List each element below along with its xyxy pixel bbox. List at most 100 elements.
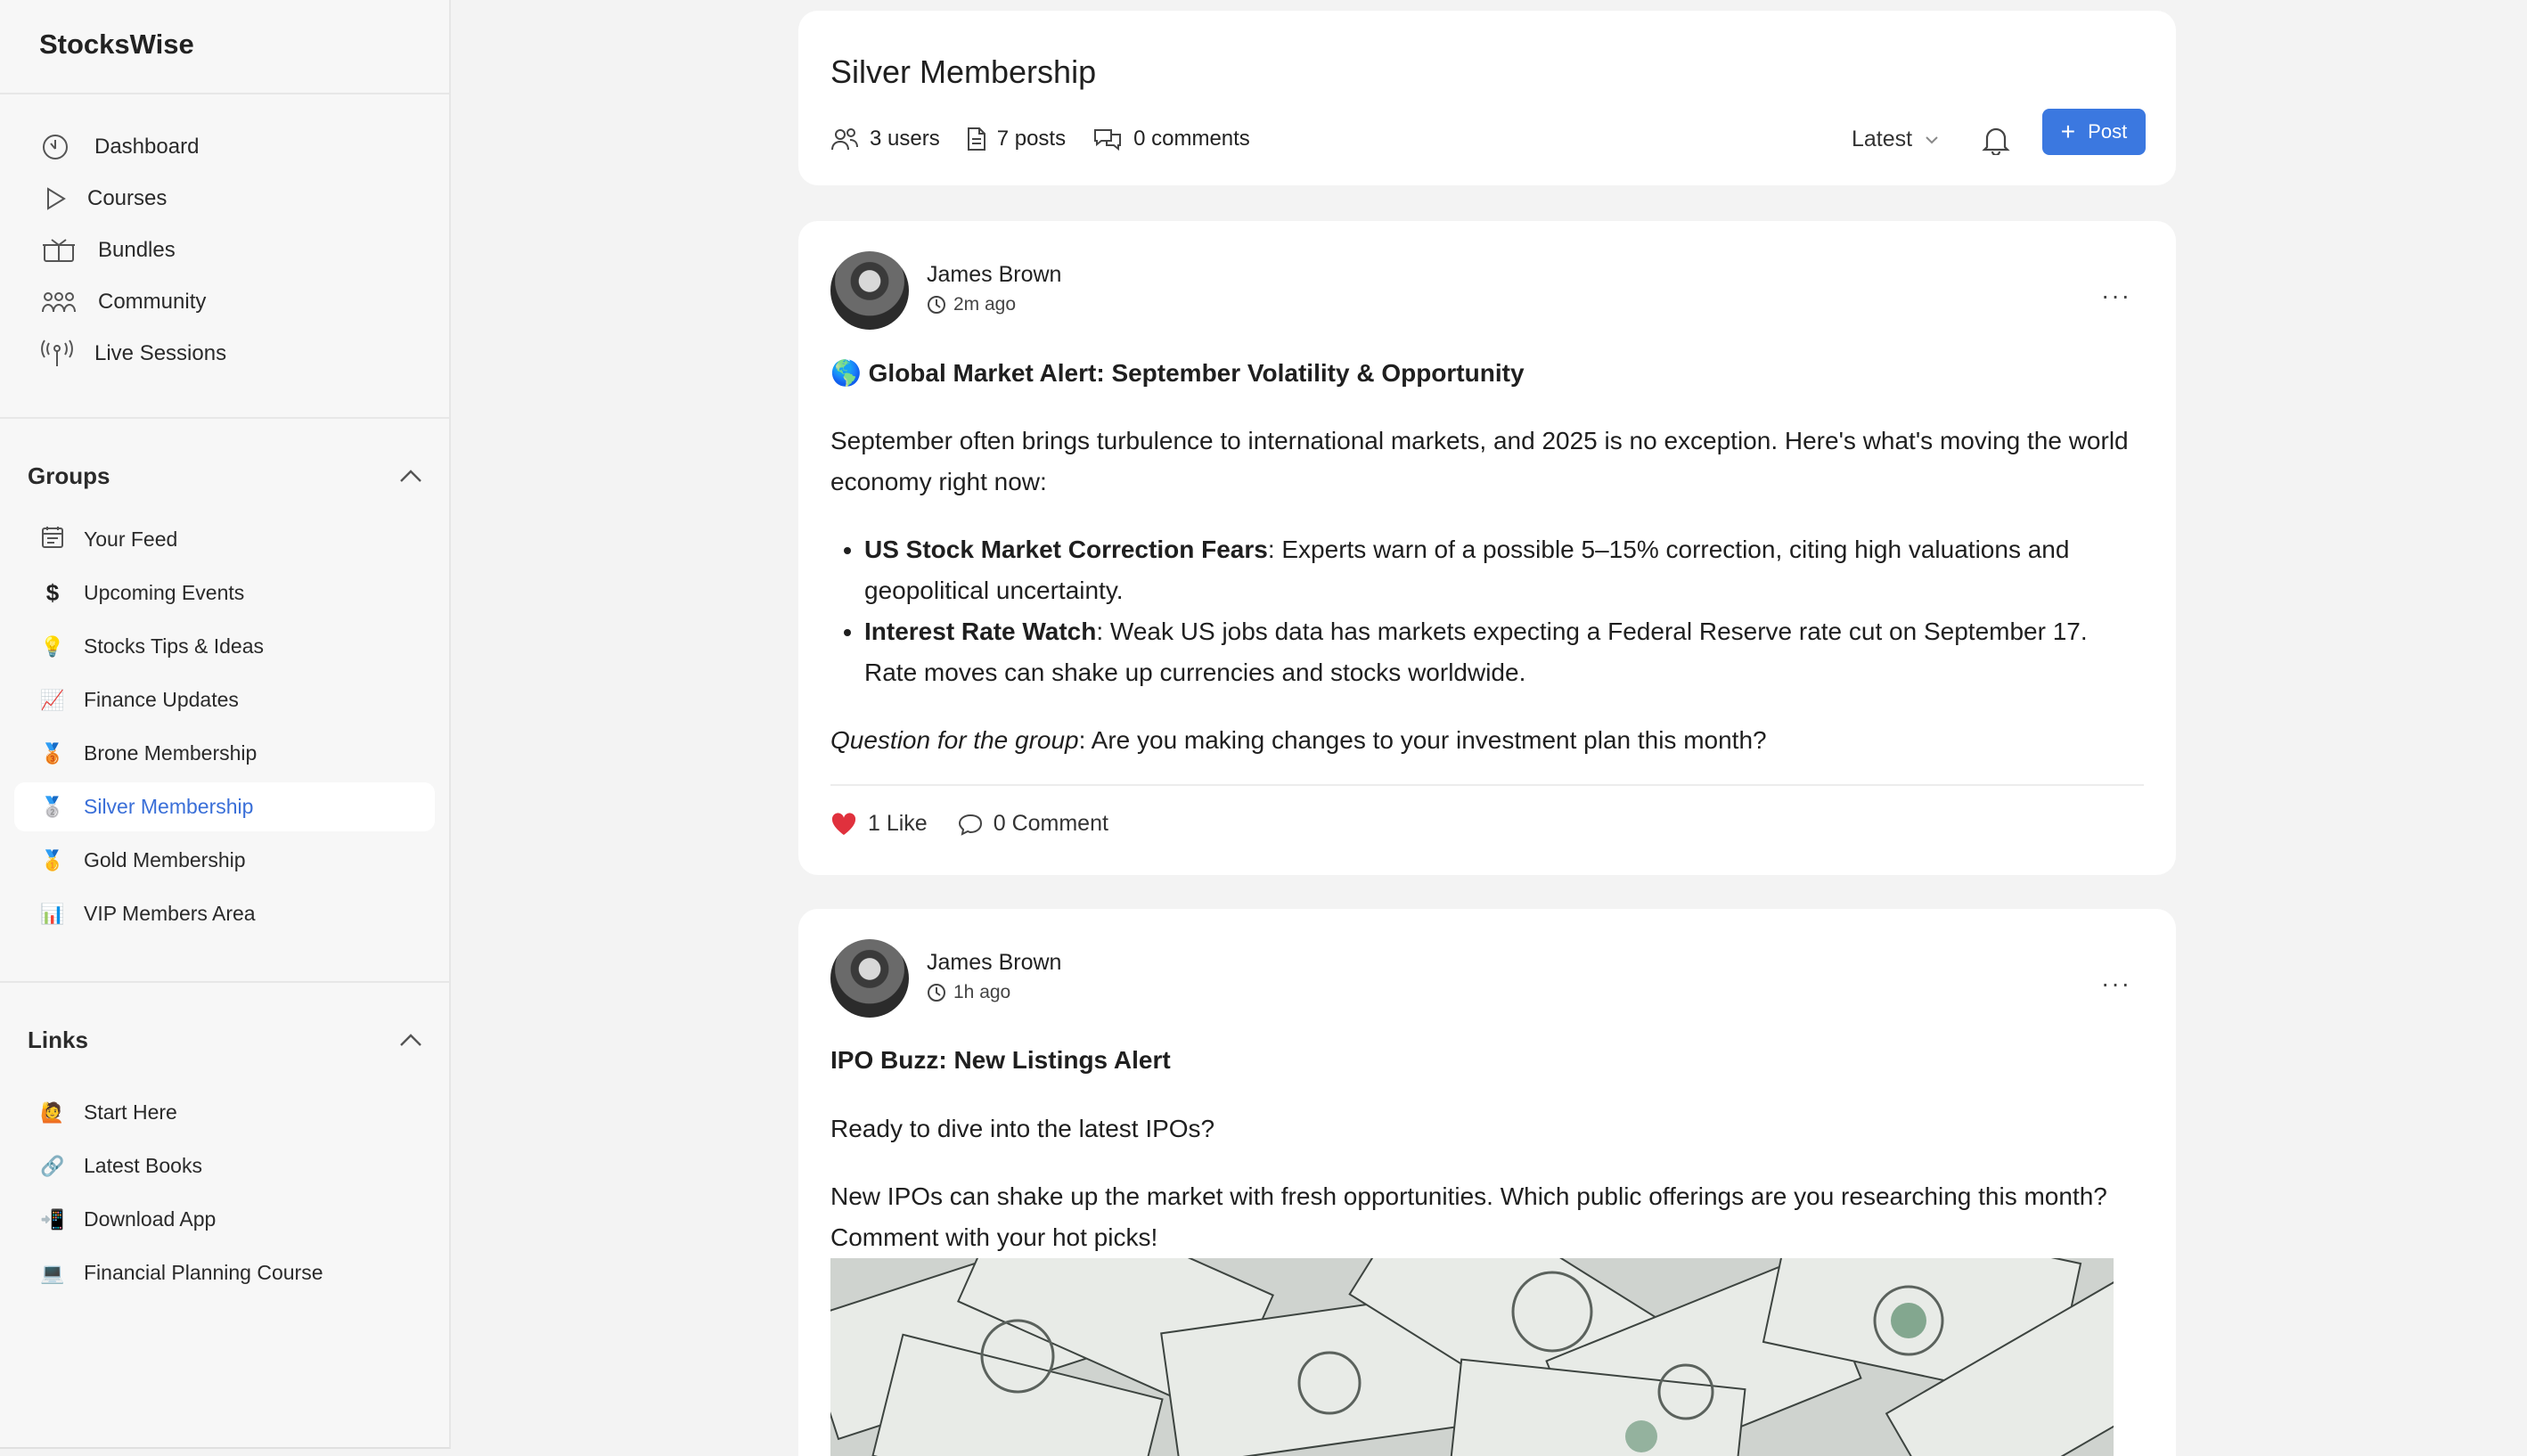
broadcast-icon (39, 338, 75, 370)
link-label: Latest Books (84, 1154, 202, 1177)
link-item-latest-books[interactable]: 🔗 Latest Books (14, 1141, 435, 1190)
post-reactions: 1 Like 0 Comment (830, 784, 2144, 837)
groups-list: Your Feed $ Upcoming Events 💡 Stocks Tip… (0, 503, 449, 938)
users-count: 3 users (870, 127, 940, 151)
comments-stat[interactable]: 0 comments (1092, 127, 1250, 151)
plus-icon: + (2060, 118, 2076, 145)
post-card: James Brown 2m ago ··· 🌎 Global Market A… (798, 221, 2176, 875)
community-icon (39, 286, 78, 318)
link-item-download-app[interactable]: 📲 Download App (14, 1195, 435, 1244)
bar-chart-icon: 📊 (40, 902, 65, 925)
box-icon (39, 234, 78, 266)
groups-section-header[interactable]: Groups (0, 449, 449, 503)
nav-label: Dashboard (94, 135, 200, 159)
comments-icon (1094, 129, 1122, 151)
clock-icon (928, 296, 945, 314)
group-item-gold-membership[interactable]: 🥇 Gold Membership (14, 836, 435, 885)
post-time: 1h ago (927, 982, 1010, 1003)
nav-item-bundles[interactable]: Bundles (0, 225, 449, 276)
document-icon (967, 127, 985, 151)
nav-label: Courses (87, 186, 168, 210)
chart-up-icon: 📈 (40, 688, 65, 711)
new-post-button[interactable]: + Post (2042, 109, 2146, 155)
nav-label: Community (98, 290, 207, 314)
post-title: 🌎 Global Market Alert: September Volatil… (830, 359, 1525, 387)
chevron-down-icon (1926, 135, 1938, 143)
post-author[interactable]: James Brown (927, 262, 1061, 288)
like-count: 1 Like (868, 811, 928, 836)
post-more-menu-button[interactable]: ··· (2101, 282, 2131, 310)
post-time-text: 1h ago (953, 982, 1011, 1002)
comment-button[interactable]: 0 Comment (958, 811, 1108, 837)
like-button[interactable]: 1 Like (830, 811, 928, 837)
money-bills-image (830, 1258, 2114, 1456)
notification-bell-button[interactable] (1982, 125, 2010, 160)
post-intro: September often brings turbulence to int… (830, 427, 2129, 495)
link-item-start-here[interactable]: 🙋 Start Here (14, 1088, 435, 1137)
question-text: : Are you making changes to your investm… (1078, 726, 1767, 754)
nav-item-community[interactable]: Community (0, 276, 449, 328)
group-item-silver-membership[interactable]: 🥈 Silver Membership (14, 782, 435, 831)
nav-item-courses[interactable]: Courses (0, 173, 449, 225)
links-section-header[interactable]: Links (0, 1013, 449, 1067)
group-label: Brone Membership (84, 741, 258, 765)
nav-item-dashboard[interactable]: Dashboard (0, 121, 449, 173)
clock-icon (928, 984, 945, 1002)
nav-label: Live Sessions (94, 341, 227, 365)
sort-dropdown[interactable]: Latest (1852, 127, 1939, 152)
group-item-upcoming-events[interactable]: $ Upcoming Events (14, 568, 435, 618)
group-label: Finance Updates (84, 688, 239, 711)
wave-icon: 🙋 (40, 1100, 65, 1124)
avatar[interactable] (830, 251, 909, 330)
post-bullet: Interest Rate Watch: Weak US jobs data h… (864, 611, 2144, 693)
posts-count: 7 posts (996, 127, 1067, 151)
users-stat[interactable]: 3 users (830, 127, 940, 151)
posts-stat[interactable]: 7 posts (967, 127, 1066, 151)
lightbulb-icon: 💡 (40, 634, 65, 658)
group-header-card: Silver Membership 3 users 7 posts 0 comm… (798, 11, 2176, 185)
chevron-up-icon (400, 470, 421, 482)
post-more-menu-button[interactable]: ··· (2101, 969, 2131, 998)
bronze-medal-icon: 🥉 (40, 741, 65, 765)
users-icon (831, 128, 858, 151)
group-label: Stocks Tips & Ideas (84, 634, 264, 658)
silver-medal-icon: 🥈 (40, 795, 65, 818)
nav-item-live-sessions[interactable]: Live Sessions (0, 328, 449, 380)
links-list: 🙋 Start Here 🔗 Latest Books 📲 Download A… (0, 1067, 449, 1297)
group-item-vip-members[interactable]: 📊 VIP Members Area (14, 889, 435, 938)
nav-label: Bundles (98, 238, 176, 262)
link-icon: 🔗 (40, 1154, 65, 1177)
group-item-brone-membership[interactable]: 🥉 Brone Membership (14, 729, 435, 778)
post-author[interactable]: James Brown (927, 950, 1061, 976)
comment-icon (958, 814, 982, 836)
link-item-financial-planning[interactable]: 💻 Financial Planning Course (14, 1248, 435, 1297)
sidebar: StocksWise Dashboard Courses Bundles Com… (0, 0, 451, 1449)
post-bullet: US Stock Market Correction Fears: Expert… (864, 529, 2144, 611)
divider (0, 981, 449, 983)
post-image-money[interactable] (830, 1258, 2114, 1456)
question-label: Question for the group (830, 726, 1079, 754)
group-label: Upcoming Events (84, 581, 245, 604)
groups-title: Groups (28, 462, 110, 489)
post-time: 2m ago (927, 294, 1016, 315)
group-item-finance-updates[interactable]: 📈 Finance Updates (14, 675, 435, 724)
gold-medal-icon: 🥇 (40, 848, 65, 871)
chevron-up-icon (400, 1034, 421, 1046)
feed-icon (39, 526, 66, 554)
group-item-your-feed[interactable]: Your Feed (14, 515, 435, 564)
bell-icon (1982, 127, 2010, 157)
comments-count: 0 comments (1133, 127, 1250, 151)
dashboard-icon (39, 131, 71, 163)
post-time-text: 2m ago (953, 294, 1017, 315)
divider (0, 417, 449, 419)
group-label: Gold Membership (84, 848, 246, 871)
post-bullets: US Stock Market Correction Fears: Expert… (830, 529, 2144, 693)
links-title: Links (28, 1026, 88, 1053)
post-body: Ready to dive into the latest IPOs? New … (830, 1108, 2144, 1258)
group-item-stocks-tips[interactable]: 💡 Stocks Tips & Ideas (14, 622, 435, 671)
group-label: VIP Members Area (84, 902, 256, 925)
sort-label: Latest (1852, 127, 1913, 151)
brand-logo-text[interactable]: StocksWise (0, 0, 449, 94)
avatar[interactable] (830, 939, 909, 1018)
page-title: Silver Membership (830, 53, 1097, 90)
